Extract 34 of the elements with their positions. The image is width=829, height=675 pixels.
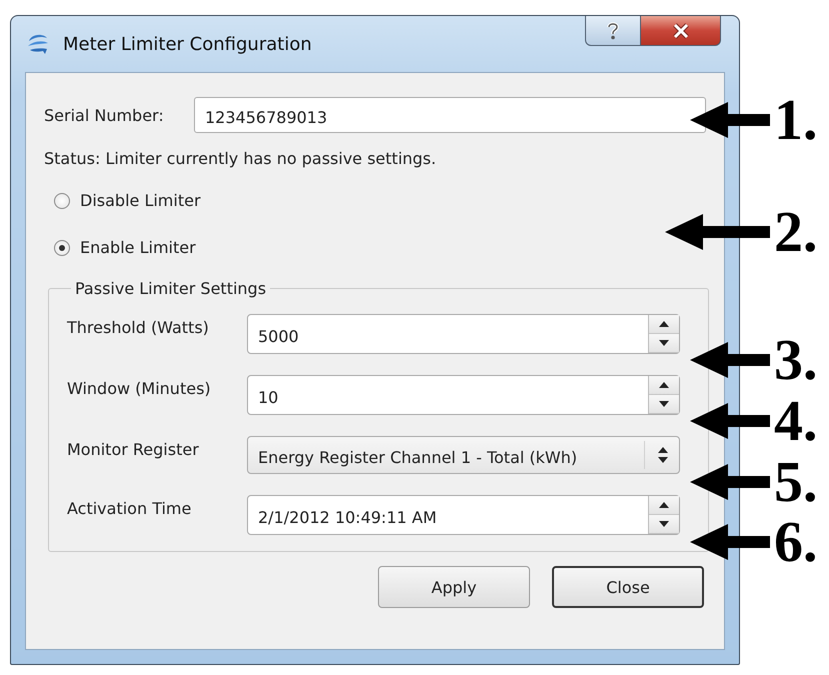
callout-number: 2. <box>774 200 818 264</box>
callout-number: 4. <box>774 389 818 453</box>
field-label: Monitor Register <box>67 439 200 459</box>
window-title: Meter Limiter Configuration <box>63 34 312 54</box>
decrement-icon[interactable] <box>649 515 679 534</box>
spinbox-field[interactable]: 5000 <box>247 314 680 354</box>
radio-button[interactable] <box>54 192 70 208</box>
spinbox-field[interactable]: 10 <box>247 375 680 415</box>
serial-number-label: Serial Number: <box>44 106 165 124</box>
increment-icon[interactable] <box>649 496 679 515</box>
close-icon <box>672 22 690 38</box>
field-label: Window (Minutes) <box>67 378 212 398</box>
help-icon <box>606 22 620 40</box>
increment-icon[interactable] <box>649 376 679 395</box>
updown-caret-icon <box>657 446 669 464</box>
field-label: Threshold (Watts) <box>67 317 210 337</box>
status-text: Status: Limiter currently has no passive settings. <box>44 149 438 168</box>
increment-icon[interactable] <box>649 315 679 334</box>
serial-number-field[interactable]: 123456789013 <box>194 97 706 133</box>
group-title: Passive Limiter Settings <box>74 279 268 298</box>
dialog-button[interactable]: Close <box>552 566 704 608</box>
close-window-button[interactable] <box>641 16 721 46</box>
callout-number: 3. <box>774 328 818 392</box>
spinbox-field[interactable]: 2/1/2012 10:49:11 AM <box>247 495 680 535</box>
radio-label[interactable]: Enable Limiter <box>80 238 196 257</box>
field-label: Activation Time <box>67 498 192 518</box>
radio-button[interactable] <box>54 240 70 256</box>
dialog-button[interactable]: Apply <box>378 566 530 608</box>
decrement-icon[interactable] <box>649 395 679 414</box>
callout-number: 1. <box>774 88 818 152</box>
decrement-icon[interactable] <box>649 334 679 353</box>
radio-label[interactable]: Disable Limiter <box>80 191 201 210</box>
help-button[interactable] <box>585 16 641 46</box>
dropdown-field[interactable]: Energy Register Channel 1 - Total (kWh) <box>247 436 680 474</box>
